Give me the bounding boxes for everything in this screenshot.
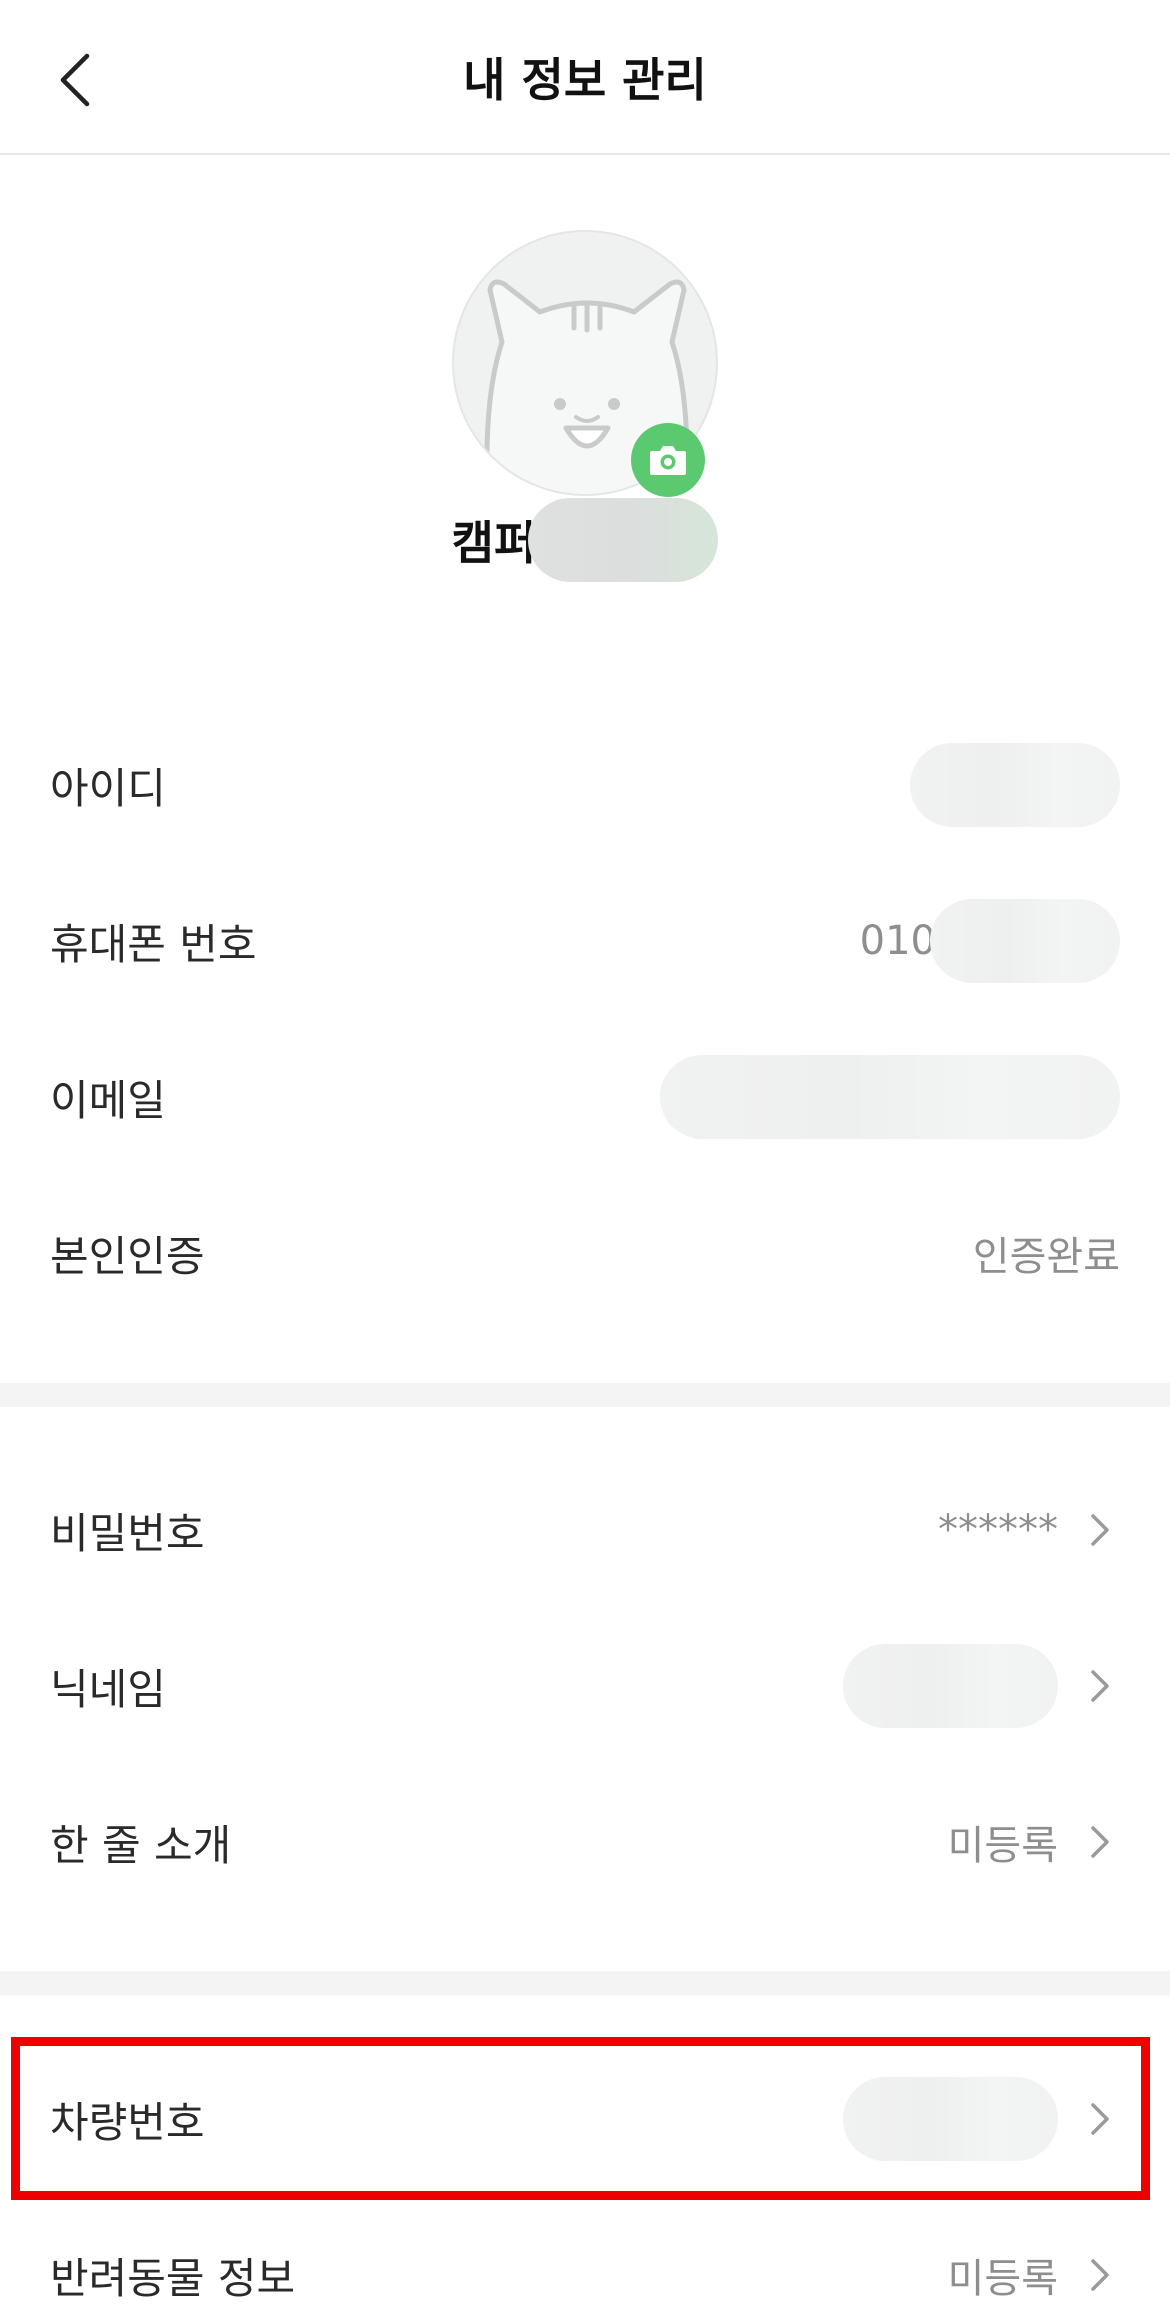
chevron-right-icon [1080,1666,1120,1706]
password-label: 비밀번호 [50,1508,205,1558]
phone-label: 휴대폰 번호 [50,919,257,969]
chevron-right-icon [1080,2099,1120,2139]
nickname-value [843,1644,1120,1728]
email-label: 이메일 [50,1075,166,1125]
profile-section: 캠퍼 [0,155,1170,695]
verification-status: 인증완료 [972,1234,1120,1280]
verification-row: 본인인증 인증완료 [0,1175,1170,1331]
pet-info-row[interactable]: 반려동물 정보 미등록 [0,2197,1170,2323]
chevron-right-icon [1080,2255,1120,2295]
password-value: ****** [938,1507,1120,1553]
section-divider [0,1971,1170,1995]
redacted-email [660,1055,1120,1139]
nickname-row[interactable]: 닉네임 [0,1608,1170,1764]
email-row: 이메일 [0,1019,1170,1175]
car-number-row[interactable]: 차량번호 [0,2041,1170,2197]
password-mask: ****** [938,1507,1058,1553]
pet-info-value: 미등록 [948,2246,1120,2304]
intro-row[interactable]: 한 줄 소개 미등록 [0,1764,1170,1920]
phone-prefix: 010 [859,918,936,964]
intro-status: 미등록 [947,1823,1058,1869]
redacted-nickname [843,1644,1058,1728]
profile-name-text: 캠퍼 [451,516,537,570]
change-photo-button[interactable] [631,423,705,497]
id-value [910,743,1120,827]
redacted-car-number [843,2077,1058,2161]
top-app-bar: 내 정보 관리 [0,0,1170,155]
intro-label: 한 줄 소개 [50,1820,232,1870]
pet-info-label: 반려동물 정보 [50,2253,296,2303]
password-row[interactable]: 비밀번호 ****** [0,1452,1170,1608]
chevron-right-icon [1080,1510,1120,1550]
redacted-name [528,498,719,582]
nickname-label: 닉네임 [50,1664,166,1714]
pet-info-status: 미등록 [947,2256,1058,2302]
redacted-id [910,743,1120,827]
car-number-label: 차량번호 [50,2097,205,2147]
email-value [660,1055,1120,1139]
id-label: 아이디 [50,763,166,813]
redacted-phone [930,899,1120,983]
section-divider [0,1383,1170,1407]
chevron-right-icon [1080,1822,1120,1862]
phone-value: 010 [860,899,1120,983]
page-title: 내 정보 관리 [463,53,707,107]
car-number-value [843,2077,1120,2161]
id-row: 아이디 [0,707,1170,863]
camera-icon [650,446,686,475]
profile-name: 캠퍼 [0,495,1170,585]
intro-value: 미등록 [948,1813,1120,1871]
verification-label: 본인인증 [50,1231,205,1281]
phone-row: 휴대폰 번호 010 [0,863,1170,1019]
